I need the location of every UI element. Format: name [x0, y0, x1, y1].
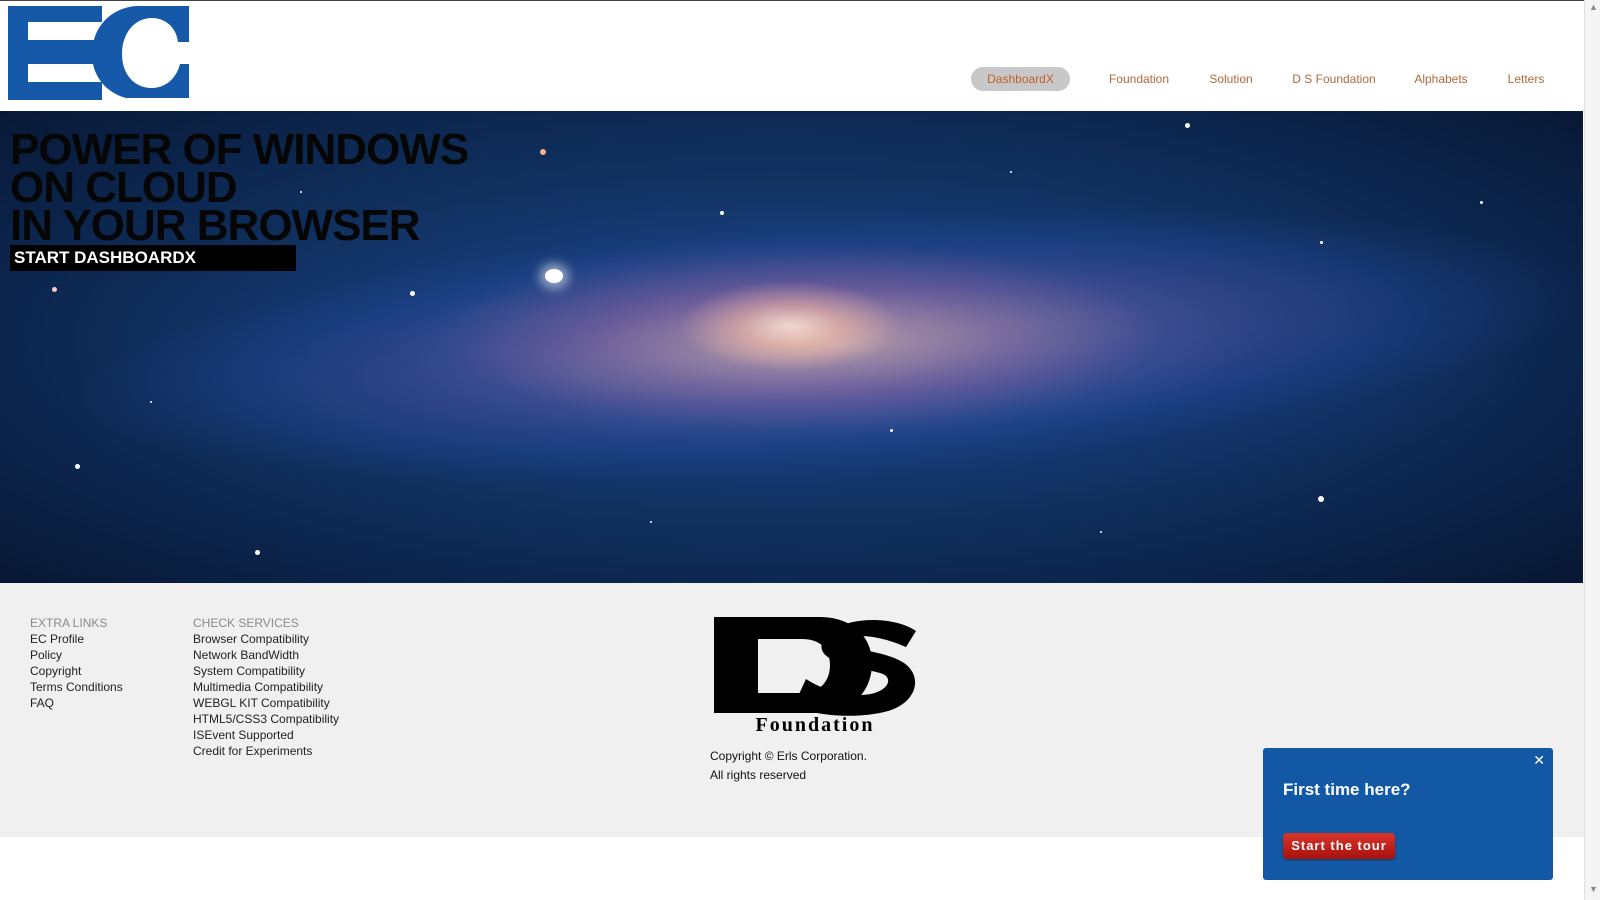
star — [1100, 531, 1102, 533]
star — [1185, 123, 1190, 128]
link-system-compatibility[interactable]: System Compatibility — [193, 663, 339, 679]
link-credit-for-experiments[interactable]: Credit for Experiments — [193, 743, 339, 759]
link-browser-compatibility[interactable]: Browser Compatibility — [193, 631, 339, 647]
link-html5-css3-compatibility[interactable]: HTML5/CSS3 Compatibility — [193, 711, 339, 727]
start-dashboardx-button[interactable]: START DASHBOARDX — [10, 245, 296, 271]
copyright-line: All rights reserved — [710, 768, 807, 782]
main-nav: DashboardX Foundation Solution D S Found… — [0, 67, 1584, 93]
star — [890, 429, 893, 432]
star — [545, 269, 563, 283]
extra-links-column: EXTRA LINKS EC Profile Policy Copyright … — [30, 615, 123, 711]
extra-links-heading: EXTRA LINKS — [30, 616, 108, 630]
star — [720, 211, 724, 215]
link-webgl-kit-compatibility[interactable]: WEBGL KIT Compatibility — [193, 695, 339, 711]
star — [1480, 201, 1483, 204]
scroll-up-icon[interactable]: ▲ — [1589, 2, 1598, 12]
ds-foundation-logo: Foundation — [714, 617, 916, 735]
star — [1318, 496, 1324, 502]
nav-alphabets[interactable]: Alphabets — [1405, 67, 1477, 91]
tour-popup: ✕ First time here? Start the tour — [1263, 748, 1553, 880]
site-header: DashboardX Foundation Solution D S Found… — [0, 1, 1584, 111]
star — [650, 521, 652, 523]
link-ec-profile[interactable]: EC Profile — [30, 631, 123, 647]
link-copyright[interactable]: Copyright — [30, 663, 123, 679]
star — [1320, 241, 1323, 244]
tour-title: First time here? — [1283, 780, 1411, 799]
star — [75, 464, 80, 469]
nav-solution[interactable]: Solution — [1200, 67, 1262, 91]
link-policy[interactable]: Policy — [30, 647, 123, 663]
scroll-down-icon[interactable]: ▼ — [1589, 884, 1598, 894]
ds-logo-caption: Foundation — [756, 714, 875, 735]
star — [150, 401, 152, 403]
nav-ds-foundation[interactable]: D S Foundation — [1284, 67, 1384, 91]
star — [410, 291, 415, 296]
star — [52, 287, 57, 292]
check-services-heading: CHECK SERVICES — [193, 616, 299, 630]
nav-dashboardx[interactable]: DashboardX — [971, 67, 1070, 91]
link-network-bandwidth[interactable]: Network BandWidth — [193, 647, 339, 663]
copyright-line: Copyright © Erls Corporation. — [710, 749, 867, 763]
link-isevent-supported[interactable]: ISEvent Supported — [193, 727, 339, 743]
star — [540, 149, 546, 155]
vertical-scrollbar[interactable]: ▲ ▼ — [1584, 0, 1600, 900]
nav-foundation[interactable]: Foundation — [1100, 67, 1178, 91]
copyright-text: Copyright © Erls Corporation. All rights… — [710, 747, 867, 785]
link-multimedia-compatibility[interactable]: Multimedia Compatibility — [193, 679, 339, 695]
star — [1010, 171, 1012, 173]
close-icon[interactable]: ✕ — [1533, 752, 1545, 769]
check-services-column: CHECK SERVICES Browser Compatibility Net… — [193, 615, 339, 759]
headline-line: IN YOUR BROWSER — [10, 201, 421, 250]
nav-letters[interactable]: Letters — [1499, 67, 1553, 91]
hero-banner: POWER OF WINDOWS ON CLOUD IN YOUR BROWSE… — [0, 111, 1583, 583]
link-terms-conditions[interactable]: Terms Conditions — [30, 679, 123, 695]
hero-headline: POWER OF WINDOWS ON CLOUD IN YOUR BROWSE… — [10, 128, 469, 250]
star — [255, 550, 260, 555]
start-tour-button[interactable]: Start the tour — [1283, 833, 1395, 859]
link-faq[interactable]: FAQ — [30, 695, 123, 711]
